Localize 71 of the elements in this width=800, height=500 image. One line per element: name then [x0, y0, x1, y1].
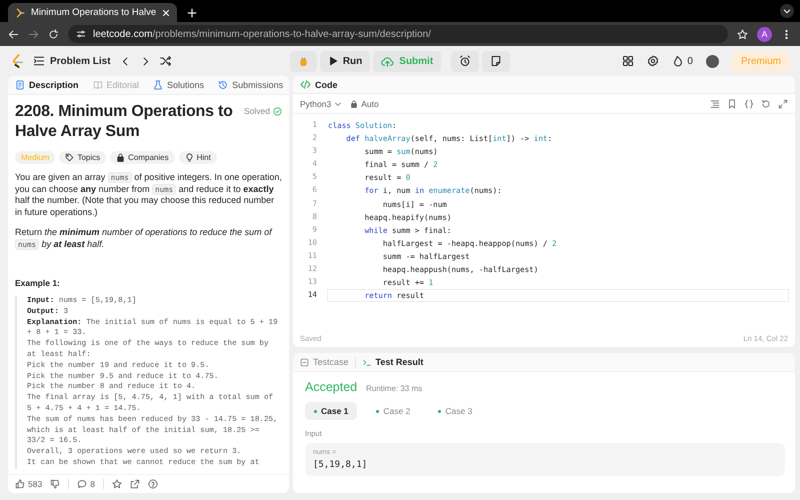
layout-grid-icon[interactable] — [622, 55, 634, 67]
problem-title: 2208. Minimum Operations to Halve Array Sum — [15, 102, 234, 142]
avatar[interactable] — [706, 54, 719, 68]
timer-button[interactable] — [451, 50, 480, 72]
alarm-clock-icon — [459, 55, 472, 67]
comment-icon — [77, 479, 88, 489]
case-tab[interactable]: Case 3 — [429, 402, 482, 420]
panel-tab[interactable]: Solutions — [151, 80, 206, 90]
reload-icon[interactable] — [48, 28, 59, 40]
solved-label: Solved — [244, 106, 270, 116]
verdict-label: Accepted — [305, 380, 358, 394]
lock-icon — [350, 100, 358, 108]
format-icon[interactable] — [710, 98, 720, 108]
mode-toggle[interactable]: Auto — [350, 98, 379, 108]
topics-button[interactable]: Topics — [59, 151, 106, 164]
tag-icon — [65, 153, 74, 162]
thumbs-down-icon[interactable] — [50, 479, 60, 489]
book-icon — [92, 80, 103, 90]
bug-icon — [298, 56, 309, 66]
profile-button[interactable]: A — [757, 26, 772, 42]
history-icon — [218, 80, 228, 90]
example-heading: Example 1: — [15, 278, 61, 288]
lightbulb-icon — [184, 153, 194, 162]
reset-icon[interactable] — [761, 98, 771, 108]
note-icon — [490, 55, 502, 67]
star-icon[interactable] — [112, 479, 122, 489]
braces-icon[interactable] — [744, 98, 754, 108]
case-tab[interactable]: Case 2 — [367, 402, 420, 420]
flask-icon — [153, 80, 164, 90]
new-tab-icon[interactable] — [187, 8, 198, 18]
problem-list-button[interactable]: Problem List — [33, 55, 111, 67]
expand-icon[interactable] — [778, 98, 788, 108]
settings-icon[interactable] — [647, 55, 660, 67]
language-dropdown[interactable]: Python3 — [300, 98, 342, 108]
panel-tab[interactable]: Submissions — [216, 80, 286, 90]
panel-tab[interactable]: Description — [13, 80, 81, 90]
console-tab[interactable]: Test Result — [362, 357, 424, 367]
site-settings-icon[interactable] — [76, 29, 86, 39]
hint-button[interactable]: Hint — [178, 151, 217, 164]
list-icon — [33, 55, 45, 67]
forward-icon[interactable] — [28, 28, 39, 40]
back-icon[interactable] — [8, 28, 19, 40]
lock-icon — [116, 153, 126, 162]
like-button[interactable]: 583 — [15, 479, 42, 489]
thumbs-up-icon — [15, 479, 25, 489]
close-icon[interactable] — [162, 8, 170, 16]
panel-title: Code — [315, 80, 338, 90]
share-icon[interactable] — [130, 479, 140, 489]
bookmark-icon[interactable] — [727, 98, 737, 108]
bookmark-star-icon[interactable] — [737, 28, 748, 40]
browser-tab[interactable]: Minimum Operations to Halve — [8, 3, 178, 22]
checkbox-icon — [300, 358, 309, 366]
case-tab[interactable]: Case 1 — [305, 402, 358, 420]
shuffle-icon[interactable] — [160, 55, 172, 67]
run-button[interactable]: Run — [320, 50, 370, 72]
notes-button[interactable] — [482, 50, 510, 72]
code-icon — [300, 79, 311, 90]
comments-button[interactable]: 8 — [77, 479, 95, 489]
param-value: [5,19,8,1] — [313, 460, 368, 470]
companies-button[interactable]: Companies — [110, 151, 175, 164]
logo-icon[interactable] — [10, 53, 24, 69]
runtime-label: Runtime: 33 ms — [366, 384, 422, 393]
streak-counter[interactable]: 0 — [672, 55, 693, 67]
address-bar[interactable]: leetcode.com/problems/minimum-operations-to-halve-array-sum/description/ — [68, 25, 728, 43]
play-icon — [328, 56, 338, 66]
document-icon — [15, 80, 25, 90]
help-icon[interactable] — [148, 479, 158, 489]
check-circle-icon — [273, 106, 282, 116]
tab-list-icon[interactable] — [780, 4, 794, 18]
cloud-upload-icon — [381, 54, 394, 68]
terminal-icon — [362, 358, 372, 366]
